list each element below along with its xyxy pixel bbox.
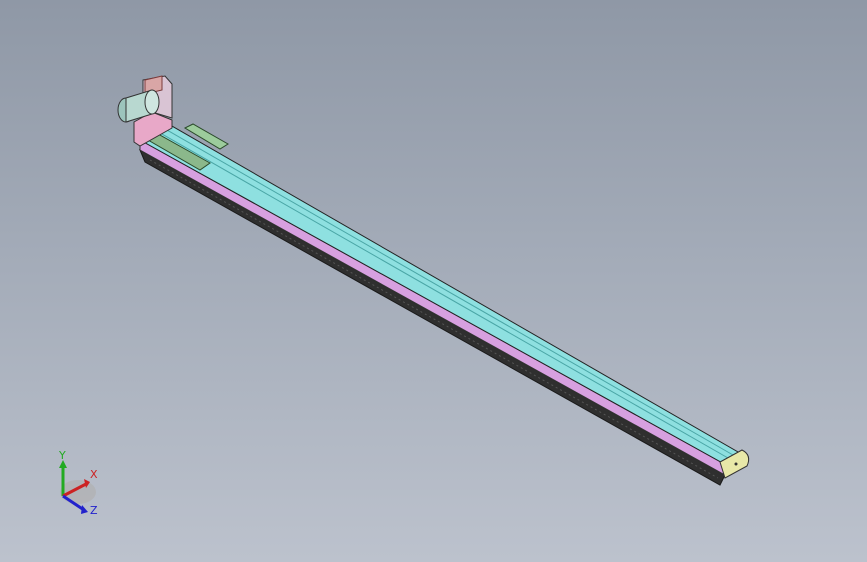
triad-y-label: Y xyxy=(58,449,66,462)
3d-viewport[interactable]: Y X Z xyxy=(0,0,867,562)
triad-x-label: X xyxy=(90,468,98,481)
triad-z-label: Z xyxy=(90,504,98,517)
coordinate-triad: Y X Z xyxy=(58,449,98,517)
